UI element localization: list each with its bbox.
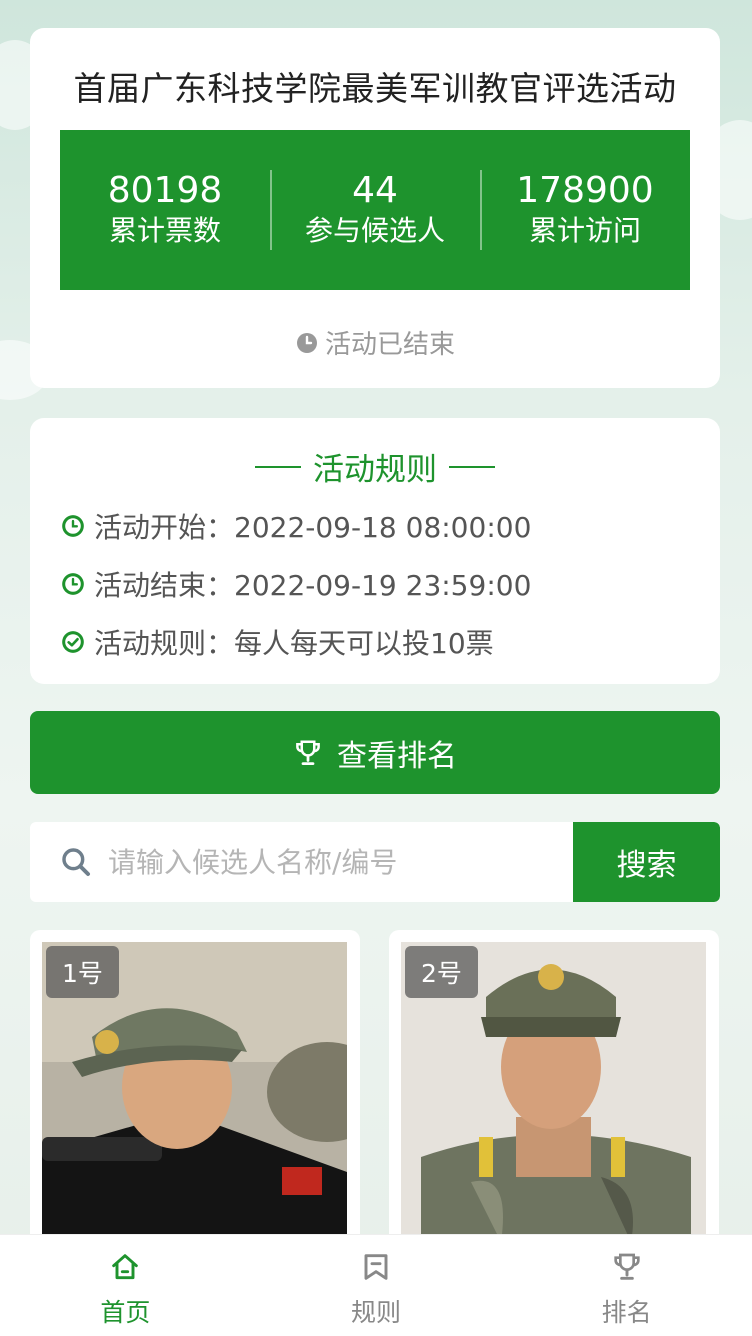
- tab-label: 首页: [100, 1298, 151, 1327]
- clock-icon: [296, 332, 317, 353]
- clock-icon: [62, 515, 84, 537]
- event-status-text: 活动已结束: [324, 330, 455, 360]
- tab-ranking[interactable]: 排名: [501, 1235, 752, 1336]
- stat-total-votes: 80198 累计票数: [60, 170, 270, 250]
- divider: [449, 465, 495, 468]
- search-button-label: 搜索: [616, 848, 677, 883]
- rules-card: 活动规则 活动开始：2022-09-18 08:00:00 活动结束：2022-…: [30, 418, 720, 684]
- candidate-card[interactable]: 1号: [30, 930, 360, 1250]
- candidate-card[interactable]: 2号: [389, 930, 719, 1250]
- bookmark-icon: [364, 1254, 388, 1280]
- search-icon: [62, 848, 90, 876]
- trophy-icon: [296, 740, 320, 765]
- event-summary-card: 首届广东科技学院最美军训教官评选活动 80198 累计票数 44 参与候选人 1…: [30, 28, 720, 388]
- rule-start-time: 活动开始：2022-09-18 08:00:00: [60, 506, 531, 546]
- view-ranking-label: 查看排名: [337, 738, 457, 774]
- candidate-number: 1号: [46, 946, 119, 998]
- search-bar: 搜索: [30, 822, 720, 902]
- stat-candidates: 44 参与候选人: [270, 170, 480, 250]
- bottom-tab-bar: 首页 规则 排名: [0, 1234, 752, 1336]
- stat-label: 参与候选人: [304, 214, 445, 247]
- view-ranking-button[interactable]: 查看排名: [30, 711, 720, 794]
- rules-heading: 活动规则: [30, 444, 720, 489]
- trophy-icon: [614, 1253, 640, 1280]
- tab-home[interactable]: 首页: [0, 1235, 251, 1336]
- stat-label: 累计访问: [528, 214, 641, 247]
- rule-text: 活动规则：每人每天可以投10票: [94, 627, 494, 660]
- rule-text: 活动开始：2022-09-18 08:00:00: [94, 511, 532, 544]
- stat-label: 累计票数: [108, 214, 221, 247]
- tab-label: 规则: [351, 1298, 402, 1327]
- tab-rules[interactable]: 规则: [251, 1235, 502, 1336]
- clock-icon: [62, 573, 84, 595]
- stat-value: 178900: [516, 170, 654, 211]
- tab-label: 排名: [601, 1298, 652, 1327]
- rule-vote-limit: 活动规则：每人每天可以投10票: [60, 622, 494, 662]
- candidate-number: 2号: [405, 946, 478, 998]
- stats-bar: 80198 累计票数 44 参与候选人 178900 累计访问: [60, 130, 690, 290]
- rule-end-time: 活动结束：2022-09-19 23:59:00: [60, 564, 531, 604]
- search-input[interactable]: [108, 845, 548, 879]
- home-icon: [112, 1254, 139, 1280]
- search-field: [30, 822, 573, 902]
- stat-value: 80198: [107, 170, 223, 211]
- stat-visits: 178900 累计访问: [480, 170, 690, 250]
- divider: [255, 465, 301, 468]
- rule-text: 活动结束：2022-09-19 23:59:00: [94, 569, 532, 602]
- stat-value: 44: [352, 170, 398, 211]
- search-button[interactable]: 搜索: [573, 822, 720, 902]
- event-status: 活动已结束: [30, 324, 720, 361]
- check-circle-icon: [62, 631, 84, 653]
- rules-heading-text: 活动规则: [313, 452, 437, 488]
